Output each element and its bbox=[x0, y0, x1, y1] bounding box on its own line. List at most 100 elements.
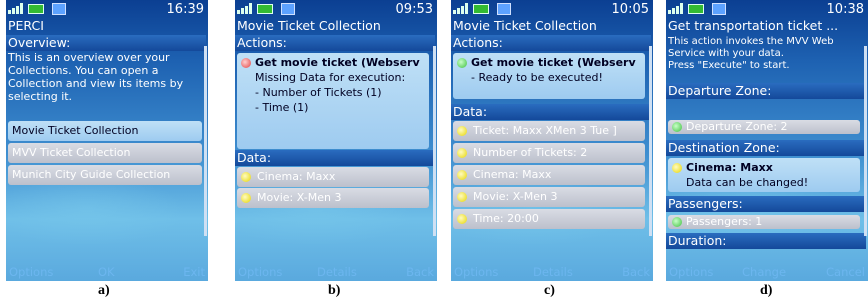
overview-text-1: This is an overview over your bbox=[8, 51, 170, 64]
passengers-heading: Passengers: bbox=[666, 196, 866, 212]
departure-zone-item[interactable]: Departure Zone: 2 bbox=[668, 120, 860, 134]
intro-text-1: This action invokes the MVV Web bbox=[668, 36, 834, 47]
details-softkey[interactable]: Details bbox=[317, 265, 357, 279]
clock: 09:53 bbox=[395, 2, 433, 17]
softkey-bar: Options Change Cancel bbox=[666, 265, 868, 279]
destination-note: Data can be changed! bbox=[686, 176, 809, 189]
options-softkey[interactable]: Options bbox=[454, 265, 498, 279]
cancel-softkey[interactable]: Cancel bbox=[826, 265, 865, 279]
status-yellow-icon bbox=[457, 170, 467, 180]
screen-a: 16:39 PERCI Overview: This is an overvie… bbox=[6, 0, 208, 281]
overview-heading: Overview: bbox=[6, 35, 206, 51]
departure-zone-value: Departure Zone: 2 bbox=[686, 120, 788, 133]
overview-text-2: Collections. You can open a bbox=[8, 64, 159, 77]
screen-b: 09:53 Movie Ticket Collection Actions: G… bbox=[235, 0, 437, 281]
data-item-label: Movie: X-Men 3 bbox=[257, 191, 342, 204]
options-softkey[interactable]: Options bbox=[9, 265, 53, 279]
action-line-1: - Ready to be executed! bbox=[471, 71, 603, 84]
data-item-cinema[interactable]: Cinema: Maxx bbox=[453, 165, 645, 185]
back-softkey[interactable]: Back bbox=[622, 265, 650, 279]
screen-title: Movie Ticket Collection bbox=[453, 18, 597, 33]
scrollbar[interactable] bbox=[204, 46, 207, 236]
data-item-label: Number of Tickets: 2 bbox=[473, 146, 588, 159]
destination-value: Cinema: Maxx bbox=[686, 161, 773, 174]
data-item-label: Cinema: Maxx bbox=[257, 170, 336, 183]
passengers-item[interactable]: Passengers: 1 bbox=[668, 215, 860, 229]
status-green-icon bbox=[672, 217, 682, 227]
action-title: Get movie ticket (Webserv bbox=[471, 56, 636, 69]
signal-icon bbox=[8, 3, 24, 14]
data-item-ticket[interactable]: Ticket: Maxx XMen 3 Tue ] bbox=[453, 121, 645, 141]
screen-c: 10:05 Movie Ticket Collection Actions: G… bbox=[451, 0, 653, 281]
destination-zone-item[interactable]: Cinema: Maxx Data can be changed! bbox=[668, 158, 860, 192]
collection-item-munich[interactable]: Munich City Guide Collection bbox=[8, 165, 202, 185]
caption-b: b) bbox=[328, 283, 341, 298]
intro-text-2: Service with your data. bbox=[668, 48, 784, 59]
signal-icon bbox=[453, 3, 469, 14]
status-yellow-icon bbox=[457, 214, 467, 224]
clock: 10:38 bbox=[826, 2, 864, 17]
details-softkey[interactable]: Details bbox=[533, 265, 573, 279]
data-item-time[interactable]: Time: 20:00 bbox=[453, 209, 645, 229]
screen-title: PERCI bbox=[8, 18, 44, 33]
screen-title: Get transportation ticket ... bbox=[668, 18, 839, 33]
change-softkey[interactable]: Change bbox=[742, 265, 786, 279]
ok-softkey[interactable]: OK bbox=[98, 265, 115, 279]
action-title: Get movie ticket (Webserv bbox=[255, 56, 420, 69]
status-bar: 16:39 bbox=[6, 0, 208, 17]
softkey-bar: Options OK Exit bbox=[6, 265, 208, 279]
status-yellow-icon bbox=[241, 172, 251, 182]
actions-heading: Actions: bbox=[451, 35, 651, 51]
collection-item-mvv[interactable]: MVV Ticket Collection bbox=[8, 143, 202, 163]
status-yellow-icon bbox=[457, 148, 467, 158]
flag-icon bbox=[52, 3, 66, 15]
back-softkey[interactable]: Back bbox=[406, 265, 434, 279]
scrollbar[interactable] bbox=[864, 46, 867, 236]
softkey-bar: Options Details Back bbox=[235, 265, 437, 279]
action-card[interactable]: Get movie ticket (Webserv Missing Data f… bbox=[237, 53, 429, 149]
flag-icon bbox=[281, 3, 295, 15]
action-line-3: - Time (1) bbox=[255, 101, 309, 114]
actions-heading: Actions: bbox=[235, 35, 435, 51]
flag-icon bbox=[712, 3, 726, 15]
battery-icon bbox=[28, 4, 44, 14]
data-item-movie[interactable]: Movie: X-Men 3 bbox=[453, 187, 645, 207]
status-bar: 10:38 bbox=[666, 0, 868, 17]
intro-text-3: Press "Execute" to start. bbox=[668, 60, 790, 71]
status-red-icon bbox=[241, 58, 251, 68]
status-yellow-icon bbox=[457, 192, 467, 202]
data-item-label: Movie: X-Men 3 bbox=[473, 190, 558, 203]
data-item-cinema[interactable]: Cinema: Maxx bbox=[237, 167, 429, 187]
scrollbar[interactable] bbox=[649, 46, 652, 236]
clock: 10:05 bbox=[611, 2, 649, 17]
softkey-bar: Options Details Back bbox=[451, 265, 653, 279]
signal-icon bbox=[668, 3, 684, 14]
data-item-label: Ticket: Maxx XMen 3 Tue ] bbox=[473, 124, 617, 137]
exit-softkey[interactable]: Exit bbox=[183, 265, 205, 279]
options-softkey[interactable]: Options bbox=[238, 265, 282, 279]
caption-c: c) bbox=[544, 283, 555, 298]
battery-icon bbox=[473, 4, 489, 14]
action-line-2: - Number of Tickets (1) bbox=[255, 86, 382, 99]
signal-icon bbox=[237, 3, 253, 14]
action-card[interactable]: Get movie ticket (Webserv - Ready to be … bbox=[453, 53, 645, 99]
status-green-icon bbox=[457, 58, 467, 68]
status-green-icon bbox=[672, 122, 682, 132]
action-line-1: Missing Data for execution: bbox=[255, 71, 406, 84]
data-heading: Data: bbox=[235, 150, 435, 166]
overview-text-3: Collection and view its items by bbox=[8, 77, 184, 90]
status-yellow-icon bbox=[457, 126, 467, 136]
collection-item-movie[interactable]: Movie Ticket Collection bbox=[8, 121, 202, 141]
screen-d: 10:38 Get transportation ticket ... This… bbox=[666, 0, 868, 281]
battery-icon bbox=[257, 4, 273, 14]
data-heading: Data: bbox=[451, 104, 651, 120]
status-bar: 09:53 bbox=[235, 0, 437, 17]
options-softkey[interactable]: Options bbox=[669, 265, 713, 279]
data-item-number-of-tickets[interactable]: Number of Tickets: 2 bbox=[453, 143, 645, 163]
status-bar: 10:05 bbox=[451, 0, 653, 17]
data-item-movie[interactable]: Movie: X-Men 3 bbox=[237, 188, 429, 208]
scrollbar[interactable] bbox=[433, 46, 436, 236]
duration-heading: Duration: bbox=[666, 233, 866, 249]
caption-a: a) bbox=[98, 283, 110, 298]
flag-icon bbox=[497, 3, 511, 15]
